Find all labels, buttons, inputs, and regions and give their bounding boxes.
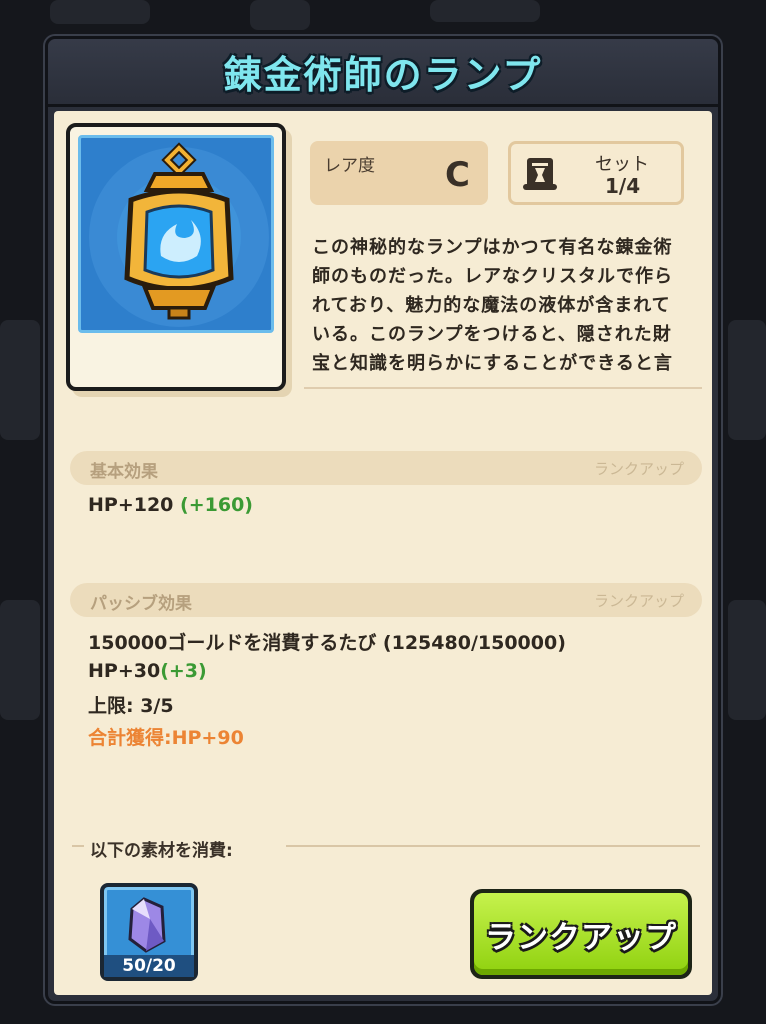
set-label: セット: [595, 154, 649, 175]
background-tile: [728, 600, 766, 720]
divider: [72, 845, 84, 847]
alchemist-lamp-icon: [89, 142, 269, 327]
divider: [304, 387, 702, 389]
passive-effect-bonus: (+3): [160, 660, 207, 682]
background-tile: [0, 320, 40, 440]
passive-effect-limit: 上限: 3/5: [88, 695, 174, 717]
consume-label: 以下の素材を消費:: [90, 841, 233, 861]
basic-effect-rankup-link[interactable]: ランクアップ: [594, 458, 684, 479]
rarity-box: レア度 C: [310, 141, 488, 205]
crystal-shard-icon: [128, 897, 166, 953]
item-artwork: [78, 135, 274, 333]
rarity-value: C: [445, 155, 470, 195]
dialog-title-bar: 錬金術師のランプ: [48, 39, 718, 107]
rankup-button[interactable]: ランクアップ: [470, 889, 692, 979]
background-tile: [50, 0, 150, 24]
set-button[interactable]: セット 1/4: [508, 141, 684, 205]
background-tile: [250, 0, 310, 30]
basic-effect-bonus: (+160): [180, 494, 253, 516]
basic-effect-value: HP+120: [88, 494, 174, 516]
dialog-body: レア度 C セット 1/4 この神秘的なランプはかつて有名な錬金術師のものだった…: [54, 111, 712, 995]
passive-effect-value: HP+30: [88, 660, 161, 682]
background-tile: [728, 320, 766, 440]
basic-effect-header: 基本効果 ランクアップ: [70, 451, 702, 485]
passive-effect-condition: 150000ゴールドを消費するたび (125480/150000): [88, 632, 566, 654]
rarity-label: レア度: [324, 156, 375, 176]
set-value: 1/4: [605, 174, 641, 198]
passive-effect-rankup-link[interactable]: ランクアップ: [594, 590, 684, 611]
item-description[interactable]: この神秘的なランプはかつて有名な錬金術師のものだった。レアなクリスタルで作られて…: [312, 233, 688, 381]
background-tile: [430, 0, 540, 22]
basic-effect-title: 基本効果: [90, 462, 158, 482]
material-slot[interactable]: 50/20: [100, 883, 198, 981]
passive-effect-header: パッシブ効果 ランクアップ: [70, 583, 702, 617]
item-card[interactable]: [66, 123, 286, 391]
rankup-button-label: ランクアップ: [485, 919, 677, 956]
rankup-button-face: ランクアップ: [474, 893, 688, 975]
scroll-icon: [523, 158, 557, 190]
passive-effect-total: 合計獲得:HP+90: [88, 727, 244, 749]
dialog-title: 錬金術師のランプ: [223, 53, 543, 97]
basic-effect-line: HP+120 (+160): [88, 494, 253, 516]
passive-effect-title: パッシブ効果: [90, 594, 192, 614]
material-count: 50/20: [104, 955, 194, 977]
item-detail-dialog: 錬金術師のランプ レア度 C セット 1/4 この神秘的なランプはかつて有名な錬…: [45, 36, 721, 1004]
divider: [286, 845, 700, 847]
passive-effect-line: HP+30(+3): [88, 660, 207, 682]
background-tile: [0, 600, 40, 720]
